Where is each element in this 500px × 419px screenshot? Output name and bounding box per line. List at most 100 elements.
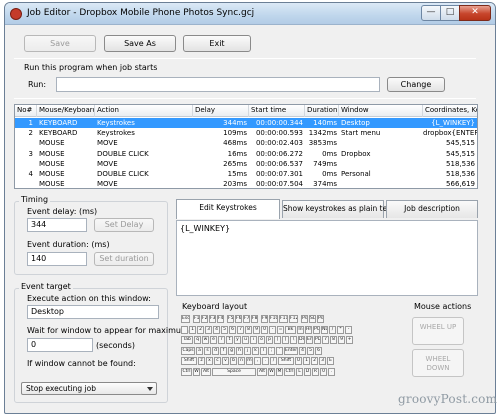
keyboard-key[interactable]: + xyxy=(346,336,353,344)
keyboard-key[interactable]: o xyxy=(258,336,265,344)
keyboard-key[interactable]: Alt xyxy=(257,367,267,376)
keyboard-key[interactable]: 8 xyxy=(330,336,337,344)
save-as-button[interactable]: Save As xyxy=(104,35,176,52)
column-header[interactable]: Mouse/Keyboard xyxy=(37,105,95,117)
column-header[interactable]: Start time xyxy=(249,105,305,117)
column-header[interactable]: No# xyxy=(15,105,37,117)
table-row[interactable]: MOUSE MOVE 468ms 00:00:02.403 3853ms 545,515 xyxy=(15,138,477,148)
keyboard-key[interactable]: 8 xyxy=(245,325,252,334)
save-button[interactable]: Save xyxy=(24,35,96,52)
keyboard-key[interactable]: F9 xyxy=(261,315,268,323)
keyboard-key[interactable]: b xyxy=(230,357,237,365)
keyboard-key[interactable]: F7 xyxy=(243,315,250,323)
keyboard-key[interactable]: 5 xyxy=(307,346,314,355)
keyboard-key[interactable]: l xyxy=(260,346,267,355)
table-row[interactable]: 1 KEYBOARD Keystrokes 344ms 00:00:00.344 140m… xyxy=(15,118,477,128)
keyboard-key[interactable]: Hm xyxy=(305,325,312,334)
keyboard-key[interactable]: 2 xyxy=(311,357,318,365)
keyboard-key[interactable]: 4 xyxy=(299,346,306,355)
keyboard-key[interactable]: PU xyxy=(313,325,320,334)
keyboard-key[interactable]: f xyxy=(220,346,227,355)
tab-job-description[interactable]: Job description xyxy=(386,200,478,218)
target-window-input[interactable]: Desktop xyxy=(27,305,159,319)
wheel-down-button[interactable]: WHEEL DOWN xyxy=(412,349,464,377)
keyboard-key[interactable]: . xyxy=(262,357,269,365)
keyboard-key[interactable]: En xyxy=(306,336,313,344)
keyboard-key[interactable]: 4 xyxy=(213,325,220,334)
keyboard-key[interactable]: e xyxy=(210,336,217,344)
keyboard-key[interactable]: F11 xyxy=(279,315,288,323)
keyboard-key[interactable]: 1 xyxy=(189,325,196,334)
keyboard-key[interactable]: m xyxy=(246,357,253,365)
keyboard-key[interactable]: Caps xyxy=(181,346,195,355)
wheel-up-button[interactable]: WHEEL UP xyxy=(412,317,464,345)
tab-edit-keystrokes[interactable]: Edit Keystrokes xyxy=(176,199,280,219)
keyboard-key[interactable]: F8 xyxy=(251,315,258,323)
keyboard-key[interactable]: W xyxy=(268,367,275,376)
change-button[interactable]: Change xyxy=(387,77,445,92)
keyboard-key[interactable]: F6 xyxy=(235,315,242,323)
keyboard-key[interactable]: = xyxy=(277,325,284,334)
events-table[interactable]: No# Mouse/Keyboard Action Delay Start ti… xyxy=(14,104,478,189)
keyboard-key[interactable]: Tab xyxy=(181,336,193,344)
keyboard-key[interactable]: ; xyxy=(268,346,275,355)
keyboard-key[interactable]: PD xyxy=(314,336,321,344)
keyboard-key[interactable]: j xyxy=(244,346,251,355)
keyboard-key[interactable]: c xyxy=(214,357,221,365)
keyboard-key[interactable]: Space xyxy=(212,367,256,376)
tab-plain-text[interactable]: Show keystrokes as plain text xyxy=(282,200,394,218)
close-button[interactable]: ✕ xyxy=(459,5,491,21)
keyboard-key[interactable]: 9 xyxy=(338,336,345,344)
keyboard-key[interactable]: r xyxy=(218,336,225,344)
exit-button[interactable]: Exit xyxy=(183,35,251,52)
column-header[interactable]: Duration xyxy=(305,105,339,117)
keyboard-key[interactable]: Esc xyxy=(181,315,190,323)
keyboard-key[interactable]: M xyxy=(276,367,283,376)
keyboard-key[interactable]: NL xyxy=(321,325,328,334)
keyboard-key[interactable]: y xyxy=(234,336,241,344)
keyboard-key[interactable]: 7 xyxy=(322,336,329,344)
column-header[interactable]: Window xyxy=(339,105,423,117)
keyboard-key[interactable]: 1 xyxy=(303,357,310,365)
event-delay-input[interactable]: 344 xyxy=(27,218,87,232)
keyboard-key[interactable]: v xyxy=(222,357,229,365)
keyboard-key[interactable]: - xyxy=(269,325,276,334)
keyboard-key[interactable]: , xyxy=(254,357,261,365)
keyboard-key[interactable]: t xyxy=(226,336,233,344)
keyboard-key[interactable]: w xyxy=(202,336,209,344)
column-header[interactable]: Delay xyxy=(193,105,249,117)
keyboard-key[interactable]: Alt xyxy=(201,367,211,376)
keyboard-key[interactable]: D xyxy=(304,367,311,376)
not-found-action-select[interactable]: Stop executing job xyxy=(21,382,157,395)
keyboard-key[interactable]: F2 xyxy=(201,315,208,323)
table-row[interactable]: 2 KEYBOARD Keystrokes 109ms 00:00:00.593 1342… xyxy=(15,128,477,138)
keyboard-key[interactable]: F3 xyxy=(209,315,216,323)
set-delay-button[interactable]: Set Delay xyxy=(94,218,154,232)
table-row[interactable]: 4 MOUSE DOUBLE CLICK 15ms 00:00:07.301 0ms Per… xyxy=(15,169,477,179)
event-duration-input[interactable]: 140 xyxy=(27,252,87,266)
keyboard-key[interactable]: F4 xyxy=(217,315,224,323)
keyboard-key[interactable]: u xyxy=(242,336,249,344)
keyboard-key[interactable]: E xyxy=(327,357,334,365)
keyboard-key[interactable]: 6 xyxy=(315,346,322,355)
keyboard-key[interactable]: 9 xyxy=(253,325,260,334)
keyboard-key[interactable]: R xyxy=(312,367,319,376)
column-header[interactable]: Coordinates, Keys xyxy=(423,105,477,117)
keyboard-key[interactable]: g xyxy=(228,346,235,355)
keyboard-key[interactable]: 7 xyxy=(237,325,244,334)
keystrokes-textarea[interactable]: {L_WINKEY} xyxy=(176,220,478,296)
keyboard-key[interactable]: q xyxy=(194,336,201,344)
table-row[interactable]: MOUSE MOVE 203ms 00:00:07.504 374ms 566,619 xyxy=(15,179,477,188)
column-header[interactable]: Action xyxy=(95,105,193,117)
keyboard-key[interactable]: p xyxy=(266,336,273,344)
keyboard-key[interactable]: a xyxy=(196,346,203,355)
keyboard-key[interactable]: * xyxy=(337,325,344,334)
keyboard-key[interactable]: 0 xyxy=(320,367,327,376)
maximize-button[interactable]: □ xyxy=(440,5,460,21)
keyboard-key[interactable]: De xyxy=(298,336,305,344)
keyboard-key[interactable]: 3 xyxy=(319,357,326,365)
keyboard-key[interactable]: s xyxy=(204,346,211,355)
keyboard-key[interactable]: SL xyxy=(309,315,316,323)
keyboard-key[interactable]: W xyxy=(193,367,200,376)
keyboard-key[interactable]: z xyxy=(198,357,205,365)
